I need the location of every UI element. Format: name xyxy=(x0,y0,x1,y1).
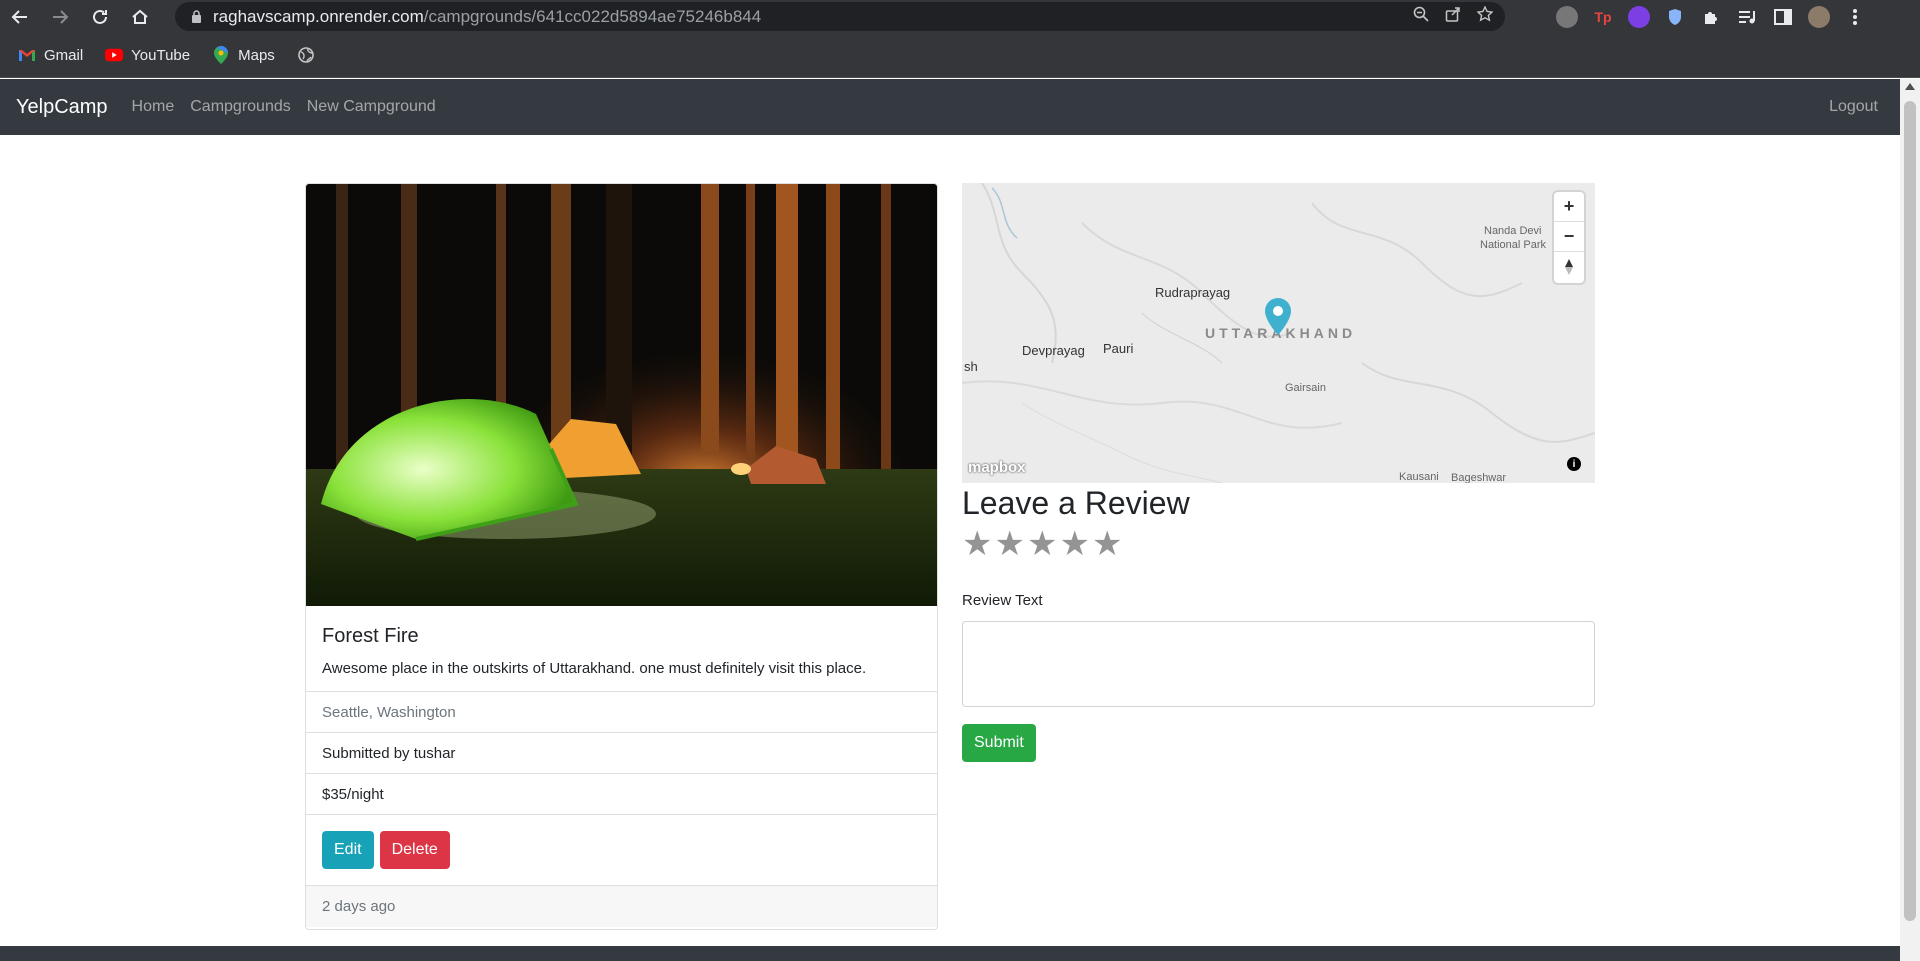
map-pin-icon[interactable] xyxy=(1264,298,1292,336)
review-heading: Leave a Review xyxy=(962,485,1190,521)
map-label-rudraprayag: Rudraprayag xyxy=(1155,285,1231,300)
map-info-icon[interactable]: i xyxy=(1567,457,1581,471)
purple-shield-icon[interactable] xyxy=(1628,5,1650,28)
menu-icon[interactable] xyxy=(1844,6,1866,28)
map-label-nanda-devi: Nanda Devi xyxy=(1484,225,1542,237)
campground-author: Submitted by tushar xyxy=(306,733,937,774)
globe-icon xyxy=(297,47,315,63)
nav-new-campground[interactable]: New Campground xyxy=(307,98,436,116)
site-footer xyxy=(0,946,1900,961)
scroll-thumb[interactable] xyxy=(1904,101,1916,921)
star-icon-2[interactable]: ★ xyxy=(994,527,1024,561)
card-actions: Edit Delete xyxy=(306,815,937,886)
zoom-in-button[interactable]: + xyxy=(1554,192,1584,222)
site-navbar: YelpCamp Home Campgrounds New Campground… xyxy=(0,79,1900,135)
compass-button[interactable] xyxy=(1554,252,1584,282)
bookmark-youtube[interactable]: YouTube xyxy=(105,47,190,64)
map-label-devprayag: Devprayag xyxy=(1022,343,1085,358)
compass-icon xyxy=(1565,259,1573,275)
reload-icon xyxy=(93,9,107,24)
delete-button[interactable]: Delete xyxy=(379,831,450,869)
maps-icon xyxy=(212,46,230,64)
url-host: raghavscamp.onrender.com xyxy=(213,6,424,26)
campground-price: $35/night xyxy=(306,774,937,815)
page-viewport: YelpCamp Home Campgrounds New Campground… xyxy=(0,79,1900,961)
page-scrollbar[interactable] xyxy=(1900,79,1920,961)
star-icon-3[interactable]: ★ xyxy=(1027,527,1057,561)
bookmark-globe[interactable] xyxy=(297,47,315,63)
star-icon-5[interactable]: ★ xyxy=(1092,527,1122,561)
card-body: Forest Fire Awesome place in the outskir… xyxy=(306,606,937,692)
campground-title: Forest Fire xyxy=(322,625,419,647)
nav-campgrounds[interactable]: Campgrounds xyxy=(190,98,291,116)
edit-button[interactable]: Edit xyxy=(322,831,374,869)
campground-location: Seattle, Washington xyxy=(306,692,937,733)
ext-grey-icon[interactable] xyxy=(1556,5,1578,28)
media-icon[interactable] xyxy=(1736,6,1758,28)
campground-map[interactable]: Rudraprayag UTTARAKHAND Devprayag Pauri … xyxy=(962,183,1595,483)
campground-image xyxy=(306,184,937,606)
forward-button[interactable] xyxy=(40,0,80,33)
star-rating: ★ ★ ★ ★ ★ xyxy=(962,527,1122,561)
zoom-out-button[interactable]: − xyxy=(1554,222,1584,252)
lock-icon xyxy=(189,10,203,24)
share-icon[interactable] xyxy=(1445,6,1461,27)
card-footer-timestamp: 2 days ago xyxy=(306,886,937,927)
youtube-icon xyxy=(105,48,124,62)
profile-avatar[interactable] xyxy=(1808,5,1830,28)
address-bar[interactable]: raghavscamp.onrender.com/campgrounds/641… xyxy=(175,2,1505,31)
review-text-field[interactable] xyxy=(962,621,1595,707)
scroll-up-arrow-icon[interactable] xyxy=(1905,83,1915,90)
home-button[interactable] xyxy=(120,0,160,33)
mapbox-logo[interactable]: mapbox xyxy=(968,459,1026,476)
shield-icon[interactable] xyxy=(1664,6,1686,28)
bookmark-maps[interactable]: Maps xyxy=(212,46,275,64)
map-label-gairsain: Gairsain xyxy=(1285,382,1326,394)
map-zoom-controls: + − xyxy=(1554,192,1584,283)
sidepanel-icon[interactable] xyxy=(1772,6,1794,28)
browser-toolbar: raghavscamp.onrender.com/campgrounds/641… xyxy=(0,0,1920,33)
zoom-icon[interactable] xyxy=(1413,6,1429,27)
campground-card: Forest Fire Awesome place in the outskir… xyxy=(305,183,938,930)
map-label-bageshwar: Bageshwar xyxy=(1451,472,1507,483)
map-label-national-park: National Park xyxy=(1480,239,1547,251)
back-arrow-icon xyxy=(11,9,27,24)
map-label-kausani: Kausani xyxy=(1399,471,1439,483)
bookmarks-bar: Gmail YouTube Maps xyxy=(0,33,1920,78)
bookmark-star-icon[interactable] xyxy=(1476,5,1494,27)
bookmark-gmail[interactable]: Gmail xyxy=(18,47,83,64)
star-icon-1[interactable]: ★ xyxy=(962,527,992,561)
campground-description: Awesome place in the outskirts of Uttara… xyxy=(322,660,867,677)
tp-icon[interactable]: Tp xyxy=(1592,6,1614,28)
url-path: /campgrounds/641cc022d5894ae75246b844 xyxy=(423,6,762,26)
forward-arrow-icon xyxy=(53,9,69,24)
reload-button[interactable] xyxy=(80,0,120,33)
puzzle-icon[interactable] xyxy=(1700,6,1722,28)
nav-logout[interactable]: Logout xyxy=(1829,98,1878,116)
map-label-sh: sh xyxy=(964,359,978,374)
brand-link[interactable]: YelpCamp xyxy=(16,96,108,119)
map-label-pauri: Pauri xyxy=(1103,341,1134,356)
star-icon-4[interactable]: ★ xyxy=(1059,527,1089,561)
gmail-icon xyxy=(18,48,36,62)
submit-review-button[interactable]: Submit xyxy=(962,724,1036,762)
nav-home[interactable]: Home xyxy=(132,98,175,116)
back-button[interactable] xyxy=(0,0,40,33)
home-icon xyxy=(132,9,148,24)
review-text-label: Review Text xyxy=(962,592,1043,609)
